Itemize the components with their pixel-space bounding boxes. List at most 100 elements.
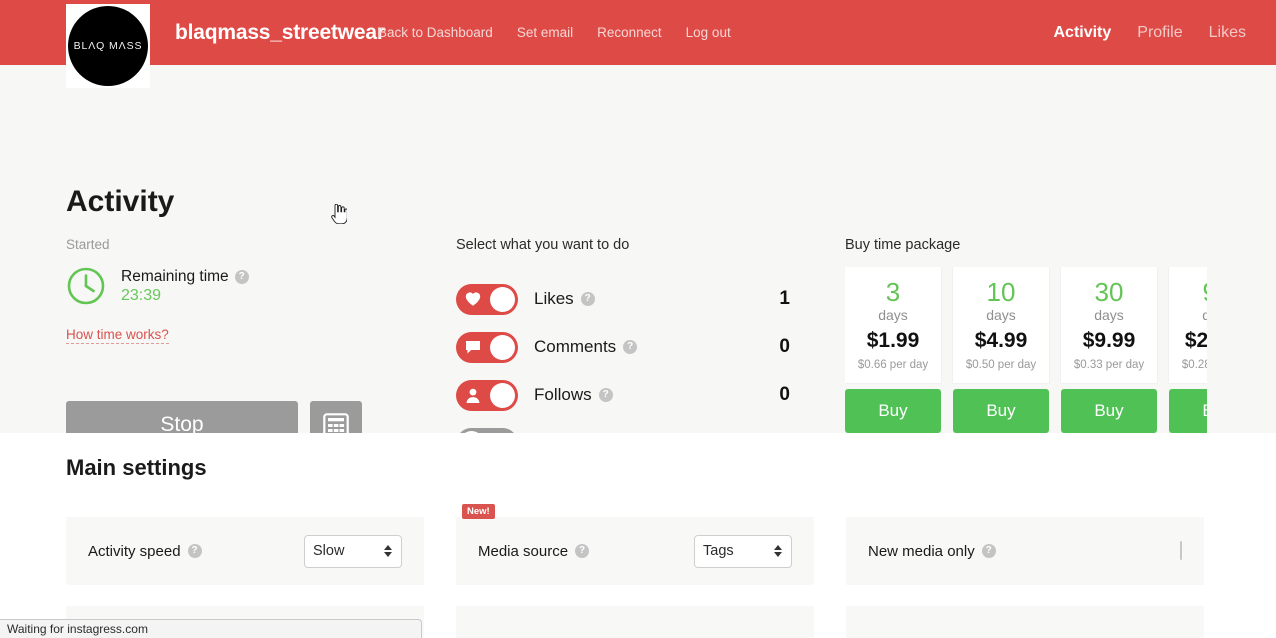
package-price: $9.99 [1082,329,1136,353]
package-price: $1.99 [866,329,920,353]
setting-row-media-source: Media source ? Tags [456,517,814,585]
nav-tab-profile[interactable]: Profile [1137,24,1182,42]
action-label-follows: Follows [534,385,592,404]
main-settings-title: Main settings [66,455,207,480]
setting-label-media-source-wrap: Media source ? [478,542,590,560]
setting-row-partial-middle [456,606,814,638]
setting-row-activity-speed: Activity speed ? Slow [66,517,424,585]
secondary-nav: Activity Profile Likes [1053,24,1246,42]
package-card-body: 3 days $1.99 $0.66 per day [845,267,941,384]
action-label-follows-wrap: Follows ? [534,385,613,405]
setting-row-partial-right [846,606,1204,638]
package-days-unit: days [986,307,1016,324]
toggle-knob [490,334,515,360]
remaining-time-texts: Remaining time ? 23:39 [121,268,249,305]
actions-heading: Select what you want to do [456,237,630,253]
chevron-updown-icon [774,545,782,557]
new-media-only-checkbox[interactable] [1180,541,1182,560]
action-label-comments: Comments [534,337,617,356]
remaining-time-label-line: Remaining time ? [121,268,249,286]
browser-status-text: Waiting for instagress.com [7,622,148,636]
package-per-day: $0.66 per day [857,359,929,372]
comment-icon [464,339,481,356]
remaining-time-label: Remaining time [121,267,229,285]
activity-speed-select[interactable]: Slow [304,534,402,568]
package-card: 30 days $9.99 $0.33 per day Buy [1061,267,1157,434]
action-label-likes: Likes [534,289,574,308]
action-row-likes: Likes ? 1 [456,275,796,323]
setting-cell-new-media-only: New media only ? [846,517,1204,638]
primary-nav: Back to Dashboard Set email Reconnect Lo… [378,25,731,40]
package-per-day: $0.28 per day [1181,359,1207,372]
package-card-body: 10 days $4.99 $0.50 per day [953,267,1049,384]
setting-label-new-media-only: New media only [868,542,975,560]
media-source-value: Tags [703,543,734,559]
help-icon-follows[interactable]: ? [598,388,613,402]
package-days: 10 [986,277,1016,307]
setting-label-activity-speed-wrap: Activity speed ? [88,543,202,560]
package-days: 90 [1173,278,1207,306]
action-label-comments-wrap: Comments ? [534,337,638,357]
brand-logo[interactable]: BLΛQ MΛSS [66,4,150,88]
main-settings-section: Main settings Activity speed ? Slow New!… [0,433,1276,638]
person-icon [464,387,481,404]
package-price: $24.99 [1184,329,1207,353]
package-card-list: 3 days $1.99 $0.66 per day Buy 10 days $… [845,267,1207,434]
setting-control-new-media-only [1180,541,1182,560]
nav-tab-activity[interactable]: Activity [1053,24,1111,42]
help-icon-likes[interactable]: ? [580,292,595,306]
help-icon-comments[interactable]: ? [623,340,638,354]
heart-icon [464,291,481,308]
nav-log-out[interactable]: Log out [686,25,731,40]
how-time-works-link[interactable]: How time works? [66,327,169,344]
remaining-time-value: 23:39 [121,286,162,304]
setting-control-activity-speed: Slow [304,534,402,568]
toggle-likes[interactable] [456,283,518,315]
remaining-time-block: Remaining time ? 23:39 [66,266,436,306]
help-icon-new-media-only[interactable]: ? [981,544,996,558]
package-per-day: $0.33 per day [1073,359,1145,372]
help-icon-remaining-time[interactable]: ? [234,269,249,284]
package-days: 3 [885,277,901,307]
package-price: $4.99 [974,329,1028,353]
package-card-body: 90 days $24.99 $0.28 per day [1169,267,1207,384]
package-card: 10 days $4.99 $0.50 per day Buy [953,267,1049,434]
buy-button[interactable]: Buy [953,389,1049,434]
action-count-likes: 1 [779,288,790,309]
toggle-knob [490,286,515,312]
action-count-comments: 0 [779,336,790,357]
page-title: Activity [66,185,175,218]
buy-button[interactable]: Buy [845,389,941,434]
package-card: 3 days $1.99 $0.66 per day Buy [845,267,941,434]
top-navbar: BLΛQ MΛSS blaqmass_streetwear Back to Da… [0,0,1276,88]
package-days-unit: days [1094,307,1124,324]
activity-status-column: Started Remaining time ? 23:39 [66,237,436,306]
action-row-comments: Comments ? 0 [456,323,796,371]
nav-back-to-dashboard[interactable]: Back to Dashboard [378,25,493,40]
setting-row-new-media-only: New media only ? [846,517,1204,585]
package-days-unit: days [878,307,908,324]
package-card-body: 30 days $9.99 $0.33 per day [1061,267,1157,384]
package-card: 90 days $24.99 $0.28 per day Buy [1169,267,1207,434]
setting-cell-media-source: New! Media source ? Tags [456,504,814,638]
setting-label-media-source: Media source [478,542,569,560]
toggle-follows[interactable] [456,379,518,411]
toggle-comments[interactable] [456,331,518,363]
setting-label-activity-speed: Activity speed [88,542,181,560]
media-source-select[interactable]: Tags [694,534,792,568]
logo-text: BLΛQ MΛSS [73,40,143,52]
package-per-day: $0.50 per day [965,359,1037,372]
action-row-follows: Follows ? 0 [456,371,796,419]
chevron-updown-icon [384,545,392,557]
nav-set-email[interactable]: Set email [517,25,573,40]
buy-button[interactable]: Buy [1169,389,1207,434]
action-label-likes-wrap: Likes ? [534,289,595,309]
nav-reconnect[interactable]: Reconnect [597,25,662,40]
action-count-follows: 0 [779,384,790,405]
nav-tab-likes[interactable]: Likes [1209,24,1246,42]
new-badge-media-source: New! [462,504,495,519]
buy-button[interactable]: Buy [1061,389,1157,434]
help-icon-media-source[interactable]: ? [575,544,590,558]
help-icon-activity-speed[interactable]: ? [187,544,202,558]
activity-state-label: Started [66,237,110,252]
